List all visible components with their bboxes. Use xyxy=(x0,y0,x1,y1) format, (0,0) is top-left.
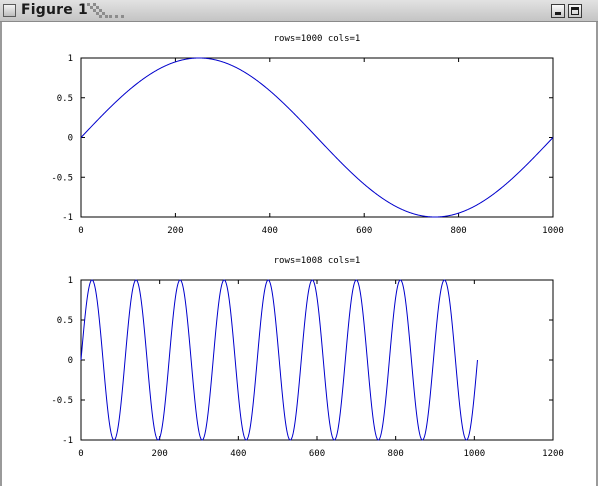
y-tick-label: -1 xyxy=(62,436,73,446)
minimize-button[interactable] xyxy=(551,4,565,18)
y-tick-label: -1 xyxy=(62,213,73,223)
x-tick-label: 0 xyxy=(78,226,83,236)
y-tick-label: 0 xyxy=(68,134,73,144)
axes-box xyxy=(80,279,554,441)
x-tick-label: 400 xyxy=(230,449,246,459)
y-tick-label: 1 xyxy=(68,276,73,286)
y-tick-label: -0.5 xyxy=(51,173,73,183)
x-tick-label: 1200 xyxy=(542,449,564,459)
y-tick-label: 1 xyxy=(68,54,73,64)
series-line xyxy=(80,57,554,218)
window-title: Figure 1 xyxy=(21,2,88,18)
x-tick-label: 200 xyxy=(152,449,168,459)
y-tick-label: 0.5 xyxy=(57,316,73,326)
window-menu-icon[interactable] xyxy=(3,4,16,17)
maximize-button[interactable] xyxy=(568,4,582,18)
x-tick-label: 0 xyxy=(78,449,83,459)
subplot-bottom: rows=1008 cols=1 0 200 400 600 800 1000 1200 1 0.… xyxy=(51,256,564,459)
x-tick-label: 800 xyxy=(388,449,404,459)
y-tick-label: 0.5 xyxy=(57,94,73,104)
maximize-icon xyxy=(571,7,579,15)
series-line xyxy=(80,279,478,441)
figure-window: Figure 1 rows=1000 cols=1 0 200 400 600 800 10… xyxy=(0,0,598,486)
y-tick-label: -0.5 xyxy=(51,396,73,406)
x-tick-label: 400 xyxy=(262,226,278,236)
y-tick-label: 0 xyxy=(68,356,73,366)
x-tick-label: 200 xyxy=(167,226,183,236)
subplot-top: rows=1000 cols=1 0 200 400 600 800 1000 1 0.5 0 -0… xyxy=(51,34,564,236)
x-tick-label: 1000 xyxy=(463,449,485,459)
drag-grip-icon xyxy=(87,3,124,18)
x-tick-label: 1000 xyxy=(542,226,564,236)
plot-title: rows=1000 cols=1 xyxy=(274,34,361,44)
x-tick-label: 800 xyxy=(450,226,466,236)
minimize-icon xyxy=(555,12,561,15)
figure-canvas: rows=1000 cols=1 0 200 400 600 800 1000 1 0.5 0 -0… xyxy=(51,34,564,459)
plot-title: rows=1008 cols=1 xyxy=(274,256,361,266)
title-bar[interactable]: Figure 1 xyxy=(0,0,598,22)
x-tick-label: 600 xyxy=(309,449,325,459)
x-tick-label: 600 xyxy=(356,226,372,236)
